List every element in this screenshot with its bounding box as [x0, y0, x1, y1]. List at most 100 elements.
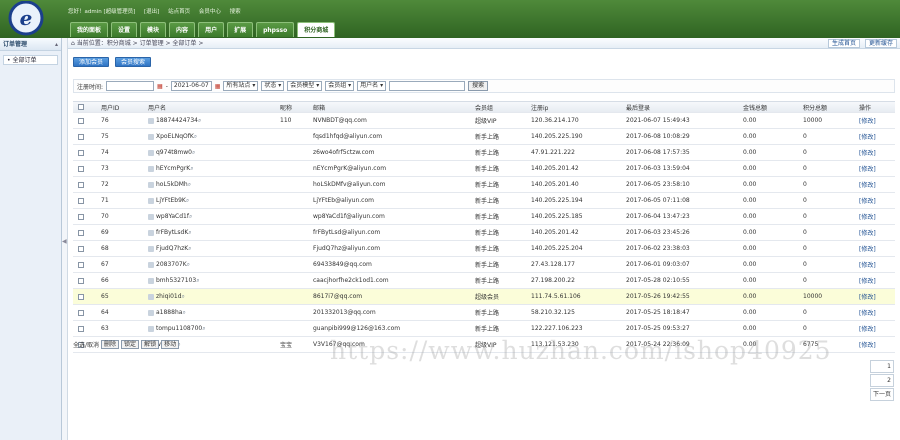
magnify-icon[interactable]: ⌕ [198, 117, 201, 125]
magnify-icon[interactable]: ⌕ [188, 181, 191, 189]
table-row[interactable]: 74 q974t8mw0 ⌕ z6wo4ofrf5ctzw.com 新手上路 47.91.… [73, 145, 895, 161]
column-header[interactable]: 会员组 [475, 102, 493, 112]
member-center-link[interactable]: 会员中心 [199, 9, 221, 15]
calendar-icon[interactable]: ▦ [157, 83, 163, 90]
row-checkbox[interactable] [78, 277, 84, 284]
row-checkbox[interactable] [78, 213, 84, 220]
site-home-link[interactable]: 站点首页 [168, 9, 190, 15]
tab-modules[interactable]: 模块 [140, 22, 167, 37]
table-row[interactable]: 64 a1888ha ⌕ 201332013@qq.com 新手上路 58.210.32.… [73, 305, 895, 321]
next-page-link[interactable]: 下一页 [869, 388, 894, 401]
cell-action[interactable]: [修改] [859, 145, 876, 160]
cell-action[interactable]: [修改] [859, 321, 876, 336]
cell-action[interactable]: [修改] [859, 305, 876, 320]
row-checkbox[interactable] [78, 165, 84, 172]
column-header[interactable]: 用户ID [101, 102, 119, 112]
tab-users[interactable]: 用户 [198, 22, 225, 37]
cell-action[interactable]: [修改] [859, 177, 876, 192]
column-header[interactable]: 注册ip [531, 102, 548, 112]
column-header[interactable]: 用户名 [148, 102, 166, 112]
field-select[interactable]: 用户名 ▾ [357, 81, 387, 91]
tab-settings[interactable]: 设置 [111, 22, 138, 37]
row-checkbox[interactable] [78, 149, 84, 156]
tab-phpsso[interactable]: phpsso [256, 22, 295, 37]
search-button[interactable]: 搜索 [468, 81, 489, 91]
site-select[interactable]: 所有站点 ▾ [223, 81, 259, 91]
column-header[interactable]: 积分总额 [803, 102, 827, 112]
magnify-icon[interactable]: ⌕ [188, 229, 191, 237]
column-header[interactable]: 邮箱 [313, 102, 325, 112]
date-end-input[interactable]: 2021-06-07 [170, 81, 212, 91]
table-row[interactable]: 68 FjudQ7hzK ⌕ FjudQ7hz@aliyun.com 新手上路 140.2… [73, 241, 895, 257]
generate-home-button[interactable]: 生成首页 [828, 39, 861, 48]
table-row[interactable]: 65 zhiqi01d ⌕ 8617i7@qq.com 超级会员 111.74.5.61.… [73, 289, 895, 305]
table-row[interactable]: 75 XpoELNqOfK ⌕ fqsd1hfqd@aliyun.com 新手上路 140… [73, 129, 895, 145]
row-checkbox[interactable] [78, 245, 84, 252]
cell-action[interactable]: [修改] [859, 257, 876, 272]
search-link[interactable]: 搜索 [230, 9, 241, 15]
table-row[interactable]: 70 wp8YaCd1f ⌕ wp8YaCd1f@aliyun.com 新手上路 140.… [73, 209, 895, 225]
row-checkbox[interactable] [78, 309, 84, 316]
column-header[interactable]: 昵称 [280, 102, 292, 112]
magnify-icon[interactable]: ⌕ [202, 325, 205, 333]
status-select[interactable]: 状态 ▾ [261, 81, 285, 91]
table-row[interactable]: 76 18874424734 ⌕ 110 NVNBDT@qq.com 超级VIP 120.3… [73, 113, 895, 129]
column-header[interactable]: 最后登录 [626, 102, 650, 112]
table-row[interactable]: 73 hEYcmPgrK ⌕ nEYcmPgrK@aliyun.com 新手上路 140.… [73, 161, 895, 177]
magnify-icon[interactable]: ⌕ [187, 261, 190, 269]
select-all-toggle[interactable]: 全选/取消 [73, 340, 99, 349]
cell-action[interactable]: [修改] [859, 129, 876, 144]
member-search-button[interactable]: 会员搜索 [115, 57, 152, 67]
magnify-icon[interactable]: ⌕ [194, 133, 197, 141]
table-row[interactable]: 66 bmh5327103 ⌕ caacjhorfhe2ck1od1.com 新手上路 2… [73, 273, 895, 289]
table-row[interactable]: 63 tompu1108700 ⌕ guanpibi999@126@163.com 新手… [73, 321, 895, 337]
magnify-icon[interactable]: ⌕ [186, 197, 189, 205]
group-select[interactable]: 会员组 ▾ [325, 81, 355, 91]
page-2-link[interactable]: 2 [869, 374, 894, 387]
row-checkbox[interactable] [78, 293, 84, 300]
magnify-icon[interactable]: ⌕ [196, 277, 199, 285]
logout-link[interactable]: [退出] [144, 9, 159, 15]
row-checkbox[interactable] [78, 117, 84, 124]
sidebar-title[interactable]: 订单管理 ▴ [0, 38, 61, 51]
table-row[interactable]: 72 hoL5kDMh ⌕ hoLSkDMfv@aliyun.com 新手上路 140.2… [73, 177, 895, 193]
delete-button[interactable]: 删除 [101, 340, 120, 349]
cell-action[interactable]: [修改] [859, 161, 876, 176]
cell-action[interactable]: [修改] [859, 289, 876, 304]
tab-points-mall[interactable]: 积分商城 [297, 22, 336, 37]
row-checkbox[interactable] [78, 181, 84, 188]
table-row[interactable]: 71 LjYFtEb9K ⌕ LjYFtEb@aliyun.com 新手上路 140.20… [73, 193, 895, 209]
tab-my-panel[interactable]: 我的面板 [70, 22, 109, 37]
refresh-cache-button[interactable]: 更新缓存 [864, 39, 897, 48]
row-checkbox[interactable] [78, 229, 84, 236]
table-row[interactable]: 67 2083707K ⌕ 69433849@qq.com 新手上路 27.43.128.… [73, 257, 895, 273]
page-1-link[interactable]: 1 [869, 360, 894, 373]
cell-action[interactable]: [修改] [859, 113, 876, 128]
row-checkbox[interactable] [78, 261, 84, 268]
magnify-icon[interactable]: ⌕ [182, 293, 185, 301]
magnify-icon[interactable]: ⌕ [188, 245, 191, 253]
row-checkbox[interactable] [78, 197, 84, 204]
cell-action[interactable]: [修改] [859, 241, 876, 256]
sidebar-item-all-orders[interactable]: • 全部订单 [3, 55, 58, 65]
calendar-icon[interactable]: ▦ [215, 83, 221, 90]
magnify-icon[interactable]: ⌕ [190, 165, 193, 173]
select-all-checkbox[interactable] [78, 104, 84, 110]
magnify-icon[interactable]: ⌕ [189, 213, 192, 221]
magnify-icon[interactable]: ⌕ [182, 309, 185, 317]
lock-button[interactable]: 锁定 [121, 340, 140, 349]
cell-action[interactable]: [修改] [859, 225, 876, 240]
tab-content[interactable]: 内容 [169, 22, 196, 37]
row-checkbox[interactable] [78, 325, 84, 332]
date-start-input[interactable] [106, 81, 155, 91]
cell-action[interactable]: [修改] [859, 273, 876, 288]
tab-extend[interactable]: 扩展 [227, 22, 254, 37]
unlock-button[interactable]: 解锁 [141, 340, 160, 349]
model-select[interactable]: 会员模型 ▾ [287, 81, 323, 91]
column-header[interactable]: 金钱总额 [743, 102, 767, 112]
add-member-button[interactable]: 添加会员 [73, 57, 110, 67]
phpcms-logo[interactable]: e [4, 1, 48, 36]
move-button[interactable]: 移动 [161, 340, 180, 349]
keyword-input[interactable] [389, 81, 466, 91]
column-header[interactable]: 操作 [859, 102, 871, 112]
